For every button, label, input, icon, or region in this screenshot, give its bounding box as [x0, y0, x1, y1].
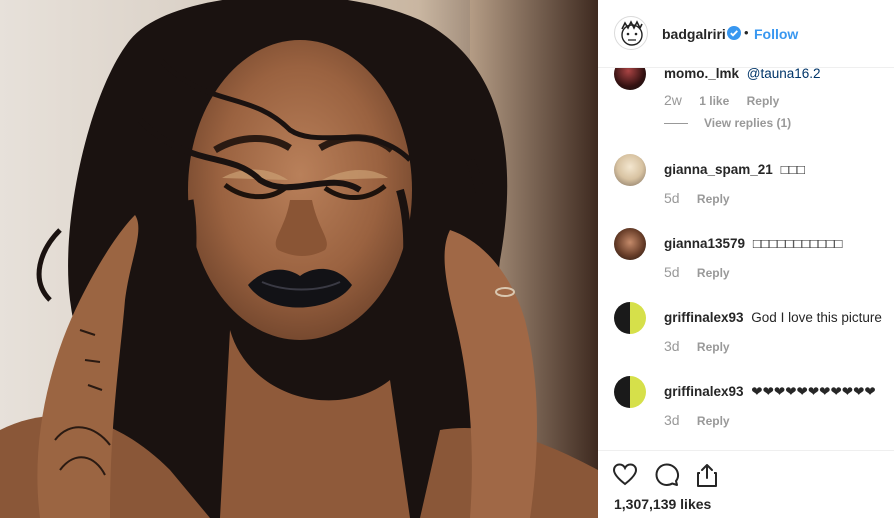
reply-button[interactable]: Reply [697, 340, 730, 354]
likes-count[interactable]: 1,307,139 likes [614, 496, 711, 512]
comment-meta: 2w 1 like Reply [664, 92, 779, 108]
comment-username[interactable]: momo._lmk [664, 68, 739, 81]
comment-time[interactable]: 5d [664, 190, 680, 206]
comment-body: God I love this picture [751, 310, 882, 325]
view-replies-line [664, 123, 688, 125]
comment-username[interactable]: griffinalex93 [664, 310, 744, 325]
portrait-illustration [0, 0, 598, 518]
post-actions-bar: 1,307,139 likes [598, 450, 894, 518]
avatar-sketch-icon [621, 20, 643, 46]
commenter-avatar[interactable] [614, 68, 646, 90]
comment-username[interactable]: griffinalex93 [664, 384, 744, 399]
commenter-avatar[interactable] [614, 302, 646, 334]
comment-mention[interactable]: @tauna16.2 [747, 68, 821, 81]
profile-avatar[interactable] [614, 16, 648, 50]
reply-button[interactable]: Reply [697, 414, 730, 428]
comment-text: gianna_spam_21 □□□ [664, 162, 805, 177]
view-replies-button[interactable]: View replies (1) [664, 116, 791, 130]
reply-button[interactable]: Reply [697, 266, 730, 280]
commenter-avatar[interactable] [614, 154, 646, 186]
comment-time[interactable]: 2w [664, 92, 682, 108]
post-header: badgalriri • Follow [598, 0, 894, 68]
separator-dot: • [744, 25, 749, 40]
comment-body: □□□□□□□□□□□ [752, 236, 843, 251]
comment-body: □□□ [780, 162, 806, 177]
comment-like-count[interactable]: 1 like [699, 94, 729, 108]
comment-icon[interactable] [654, 462, 680, 488]
reply-button[interactable]: Reply [697, 192, 730, 206]
comment-body: ❤❤❤❤❤❤❤❤❤❤❤ [751, 384, 876, 399]
view-replies-label: View replies (1) [704, 116, 792, 130]
post-photo[interactable] [0, 0, 598, 518]
commenter-avatar[interactable] [614, 228, 646, 260]
comment-username[interactable]: gianna_spam_21 [664, 162, 773, 177]
comment-meta: 5d Reply [664, 190, 730, 206]
comment-text: gianna13579 □□□□□□□□□□□ [664, 236, 843, 251]
follow-button[interactable]: Follow [754, 26, 798, 42]
comment-meta: 3d Reply [664, 412, 730, 428]
comment-time[interactable]: 3d [664, 338, 680, 354]
comment-text: momo._lmk @tauna16.2 [664, 68, 821, 81]
comments-list[interactable]: momo._lmk @tauna16.2 2w 1 like Reply Vie… [598, 68, 894, 450]
comment-meta: 5d Reply [664, 264, 730, 280]
heart-icon[interactable] [612, 462, 638, 488]
comment-text: griffinalex93 ❤❤❤❤❤❤❤❤❤❤❤ [664, 384, 876, 400]
post-side-panel: badgalriri • Follow momo._lmk @tauna16.2… [598, 0, 894, 518]
comment-username[interactable]: gianna13579 [664, 236, 745, 251]
verified-badge-icon [727, 26, 741, 40]
comment-time[interactable]: 3d [664, 412, 680, 428]
post-username[interactable]: badgalriri [662, 26, 726, 42]
comment-text: griffinalex93 God I love this picture [664, 310, 882, 325]
comment-meta: 3d Reply [664, 338, 730, 354]
share-icon[interactable] [694, 462, 720, 488]
reply-button[interactable]: Reply [747, 94, 780, 108]
comment-time[interactable]: 5d [664, 264, 680, 280]
commenter-avatar[interactable] [614, 376, 646, 408]
